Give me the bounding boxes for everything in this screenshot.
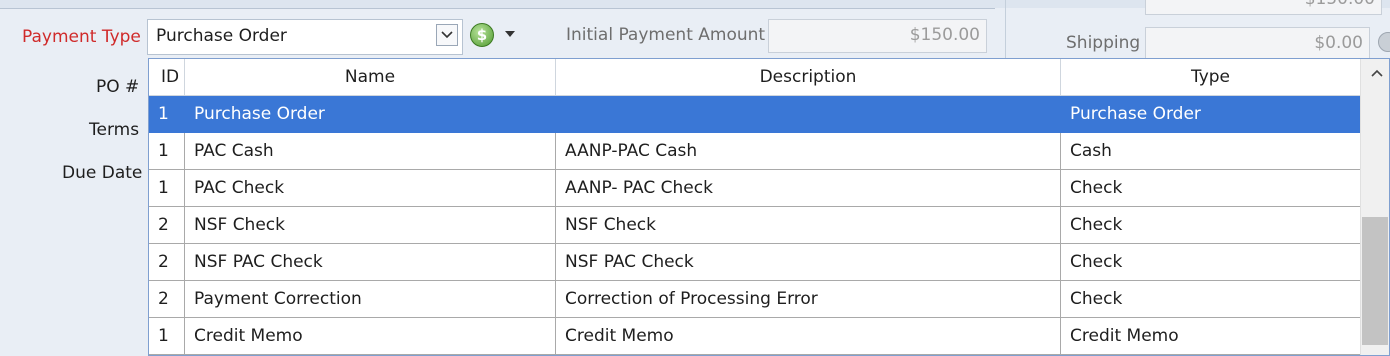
section-divider [0, 8, 995, 9]
row-type: Check [1061, 281, 1361, 318]
row-type: Cash [1061, 133, 1361, 170]
grid-row[interactable]: 1 Credit Memo Credit Memo Credit Memo [149, 318, 1361, 355]
row-name: PAC Cash [185, 133, 556, 170]
scrollbar-thumb[interactable] [1362, 217, 1388, 345]
due-date-label: Due Date [62, 163, 143, 183]
grid-row[interactable]: 2 NSF PAC Check NSF PAC Check Check [149, 244, 1361, 281]
shipping-field: $0.00 [1145, 27, 1370, 59]
row-name: PAC Check [185, 170, 556, 207]
grid-header-row: ID Name Description Type [149, 59, 1361, 96]
row-description: NSF Check [556, 207, 1061, 244]
row-id: 2 [149, 281, 185, 318]
payment-type-dropdown-button[interactable] [436, 24, 458, 46]
row-type: Check [1061, 244, 1361, 281]
row-description: Credit Memo [556, 318, 1061, 355]
row-description: AANP- PAC Check [556, 170, 1061, 207]
row-description: Correction of Processing Error [556, 281, 1061, 318]
grid-row[interactable]: 2 NSF Check NSF Check Check [149, 207, 1361, 244]
payment-type-label: Payment Type [22, 27, 141, 47]
row-id: 1 [149, 170, 185, 207]
subtotal-field: $150.00 [1145, 0, 1382, 15]
shipping-label: Shipping [1066, 33, 1141, 53]
grid-row[interactable]: 2 Payment Correction Correction of Proce… [149, 281, 1361, 318]
initial-payment-field: $150.00 [768, 19, 987, 53]
terms-label: Terms [89, 120, 140, 140]
initial-payment-label: Initial Payment Amount [566, 25, 766, 45]
row-name: Payment Correction [185, 281, 556, 318]
row-id: 1 [149, 133, 185, 170]
row-name: NSF Check [185, 207, 556, 244]
grid-row[interactable]: 1 PAC Check AANP- PAC Check Check [149, 170, 1361, 207]
row-name: Credit Memo [185, 318, 556, 355]
grid-row-selected[interactable]: 1 Purchase Order Purchase Order [149, 96, 1361, 133]
scroll-up-icon[interactable] [1371, 69, 1383, 77]
row-description [556, 96, 1061, 133]
caret-down-icon[interactable] [505, 31, 515, 37]
column-header-description[interactable]: Description [556, 59, 1061, 96]
payment-type-value: Purchase Order [156, 26, 287, 46]
vertical-scrollbar[interactable] [1360, 59, 1389, 355]
row-type: Credit Memo [1061, 318, 1361, 355]
payment-type-combobox[interactable]: Purchase Order [147, 19, 463, 55]
row-id: 1 [149, 96, 185, 133]
row-name: Purchase Order [185, 96, 556, 133]
row-name: NSF PAC Check [185, 244, 556, 281]
row-id: 2 [149, 244, 185, 281]
row-description: NSF PAC Check [556, 244, 1061, 281]
shipping-value: $0.00 [1314, 33, 1363, 53]
row-type: Purchase Order [1061, 96, 1361, 133]
column-separator [1005, 0, 1006, 60]
row-type: Check [1061, 207, 1361, 244]
initial-payment-value: $150.00 [909, 25, 980, 45]
row-description: AANP-PAC Cash [556, 133, 1061, 170]
row-type: Check [1061, 170, 1361, 207]
column-header-type[interactable]: Type [1061, 59, 1361, 96]
row-id: 1 [149, 318, 185, 355]
shipping-action-icon[interactable] [1378, 32, 1390, 52]
payment-type-dropdown-grid[interactable]: ID Name Description Type 1 Purchase Orde… [148, 58, 1390, 356]
column-header-id[interactable]: ID [149, 59, 185, 96]
subtotal-value: $150.00 [1305, 0, 1375, 9]
po-number-label: PO # [96, 77, 140, 97]
chevron-down-icon [441, 31, 453, 39]
grid-row[interactable]: 1 PAC Cash AANP-PAC Cash Cash [149, 133, 1361, 170]
row-id: 2 [149, 207, 185, 244]
dollar-icon[interactable]: $ [470, 23, 494, 47]
column-header-name[interactable]: Name [185, 59, 556, 96]
